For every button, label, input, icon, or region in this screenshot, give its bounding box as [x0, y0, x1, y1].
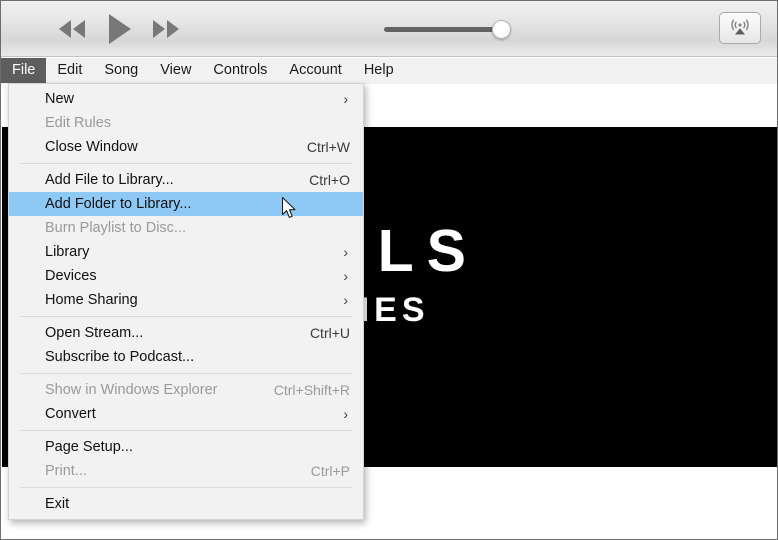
transport-controls — [55, 11, 183, 47]
menu-item-label: Add File to Library... — [45, 172, 174, 188]
chevron-right-icon: › — [343, 91, 348, 107]
menu-item-print: Print... Ctrl+P — [9, 459, 363, 483]
menu-item-label: Show in Windows Explorer — [45, 382, 218, 398]
chevron-right-icon: › — [343, 268, 348, 284]
menu-separator — [20, 316, 352, 317]
menu-bar: File Edit Song View Controls Account Help — [1, 58, 777, 84]
menubar-item-view[interactable]: View — [149, 58, 202, 83]
menubar-item-help[interactable]: Help — [353, 58, 405, 83]
itunes-window: NTIALS VERSARIES albums, celebrated. New… — [0, 0, 778, 540]
menu-item-library[interactable]: Library › — [9, 240, 363, 264]
menu-separator — [20, 373, 352, 374]
menu-item-home-sharing[interactable]: Home Sharing › — [9, 288, 363, 312]
menu-item-label: New — [45, 91, 75, 107]
menu-item-shortcut: Ctrl+O — [309, 172, 350, 188]
menubar-item-controls[interactable]: Controls — [202, 58, 278, 83]
menu-item-label: Home Sharing — [45, 292, 138, 308]
file-menu-dropdown: New › Edit Rules Close Window Ctrl+W Add File… — [8, 83, 364, 520]
fast-forward-icon[interactable] — [149, 18, 183, 40]
volume-slider-knob[interactable] — [492, 20, 511, 39]
menu-item-label: Print... — [45, 463, 87, 479]
airplay-icon — [730, 16, 750, 41]
menu-item-add-folder-to-library[interactable]: Add Folder to Library... — [9, 192, 363, 216]
menu-item-subscribe-to-podcast[interactable]: Subscribe to Podcast... — [9, 345, 363, 369]
menu-item-shortcut: Ctrl+P — [310, 463, 350, 479]
chevron-right-icon: › — [343, 406, 348, 422]
menu-item-label: Exit — [45, 496, 70, 512]
menu-item-burn-playlist-to-disc: Burn Playlist to Disc... — [9, 216, 363, 240]
menu-item-new[interactable]: New › — [9, 87, 363, 111]
menu-item-label: Devices — [45, 268, 97, 284]
menu-item-label: Burn Playlist to Disc... — [45, 220, 187, 236]
menu-item-label: Edit Rules — [45, 115, 112, 131]
menu-item-label: Library — [45, 244, 90, 260]
play-icon[interactable] — [106, 13, 132, 45]
menubar-item-song[interactable]: Song — [93, 58, 149, 83]
menu-item-label: Convert — [45, 406, 96, 422]
menu-item-devices[interactable]: Devices › — [9, 264, 363, 288]
menu-item-show-in-windows-explorer: Show in Windows Explorer Ctrl+Shift+R — [9, 378, 363, 402]
menu-item-shortcut: Ctrl+W — [306, 139, 350, 155]
menu-item-shortcut: Ctrl+Shift+R — [273, 382, 350, 398]
volume-slider[interactable] — [384, 20, 511, 39]
menu-item-label: Open Stream... — [45, 325, 144, 341]
rewind-icon[interactable] — [55, 18, 89, 40]
menu-item-label: Page Setup... — [45, 439, 133, 455]
menu-item-label: Subscribe to Podcast... — [45, 349, 195, 365]
menu-separator — [20, 487, 352, 488]
menu-item-label: Add Folder to Library... — [45, 196, 192, 212]
menu-separator — [20, 163, 352, 164]
menubar-item-edit[interactable]: Edit — [46, 58, 93, 83]
menu-item-convert[interactable]: Convert › — [9, 402, 363, 426]
menubar-item-account[interactable]: Account — [278, 58, 352, 83]
menu-item-label: Close Window — [45, 139, 138, 155]
menu-item-add-file-to-library[interactable]: Add File to Library... Ctrl+O — [9, 168, 363, 192]
menu-item-close-window[interactable]: Close Window Ctrl+W — [9, 135, 363, 159]
player-toolbar — [1, 1, 777, 57]
menu-item-open-stream[interactable]: Open Stream... Ctrl+U — [9, 321, 363, 345]
menu-item-shortcut: Ctrl+U — [309, 325, 350, 341]
menu-item-page-setup[interactable]: Page Setup... — [9, 435, 363, 459]
menu-separator — [20, 430, 352, 431]
chevron-right-icon: › — [343, 292, 348, 308]
menu-item-exit[interactable]: Exit — [9, 492, 363, 516]
airplay-button[interactable] — [719, 12, 761, 44]
chevron-right-icon: › — [343, 244, 348, 260]
menubar-item-file[interactable]: File — [1, 58, 47, 83]
menu-item-edit-rules: Edit Rules — [9, 111, 363, 135]
